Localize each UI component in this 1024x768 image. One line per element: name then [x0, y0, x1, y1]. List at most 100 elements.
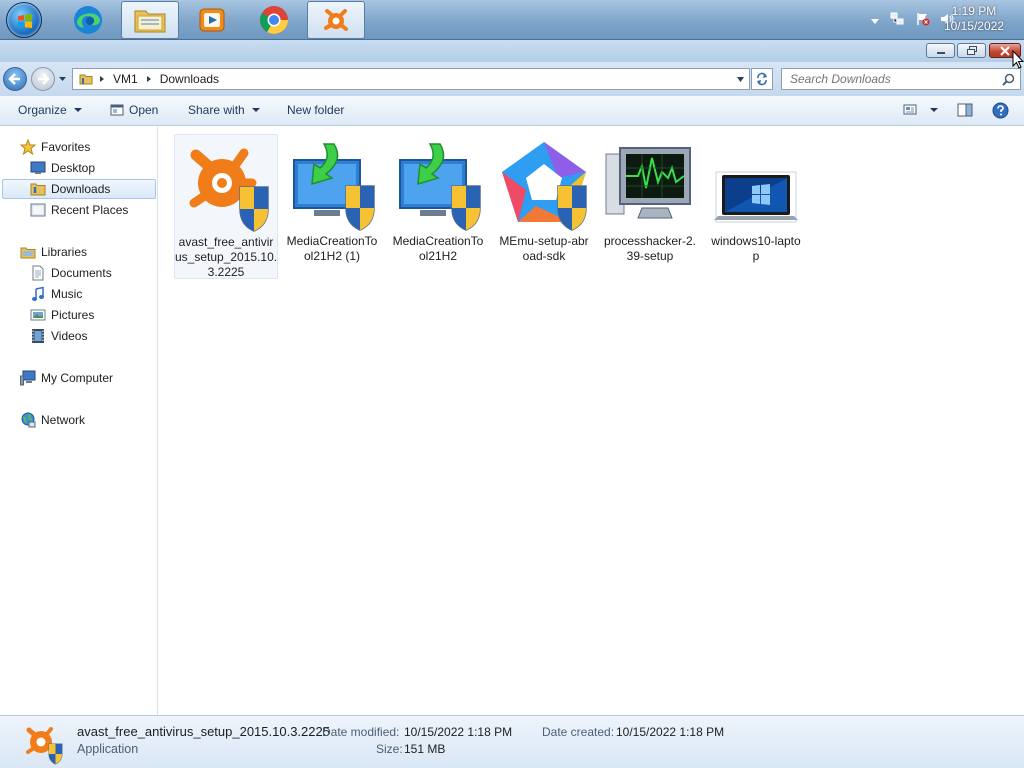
start-button[interactable] [6, 2, 42, 38]
back-arrow-icon [8, 73, 20, 85]
file-item-mediacreationtool-1[interactable]: MediaCreationTo ol21H2 (1) [280, 134, 384, 264]
file-label-line: avast_free_antivir [178, 235, 274, 249]
taskbar-avast-button[interactable] [307, 1, 365, 39]
back-button[interactable] [3, 67, 27, 91]
nav-favorites[interactable]: Favorites [20, 137, 90, 157]
file-label-line: ol21H2 (1) [303, 249, 361, 263]
file-label-line: processhacker-2. [603, 234, 697, 248]
taskbar: 1:19 PM 10/15/2022 [0, 0, 1024, 40]
details-date-modified: 10/15/2022 1:18 PM [404, 725, 513, 739]
address-box[interactable]: VM1 Downloads [72, 68, 750, 90]
nav-videos-label: Videos [51, 329, 88, 343]
taskbar-explorer-button[interactable] [121, 1, 179, 39]
file-label-line: oad-sdk [522, 249, 566, 263]
help-icon [992, 102, 1009, 119]
refresh-button[interactable] [751, 68, 773, 90]
nav-recent-places-label: Recent Places [51, 203, 129, 217]
chevron-down-icon [251, 108, 260, 112]
avast-installer-icon [26, 727, 63, 765]
mouse-cursor-icon [1012, 50, 1024, 69]
file-label-line: MediaCreationTo [286, 234, 378, 248]
star-icon [20, 139, 36, 155]
preview-pane-button[interactable] [957, 103, 973, 117]
help-button[interactable] [992, 102, 1009, 119]
nav-pictures[interactable]: Pictures [30, 305, 94, 325]
minimize-button[interactable] [926, 43, 955, 58]
windows10-laptop-thumbnail [714, 171, 798, 223]
process-hacker-icon [605, 147, 691, 219]
details-date-modified-label: Date modified: [322, 725, 400, 739]
file-item-avast-installer[interactable]: avast_free_antivir us_setup_2015.10. 3.2… [174, 134, 278, 279]
details-size-label: Size: [376, 742, 403, 756]
address-history-dropdown-icon[interactable] [736, 76, 745, 83]
nav-recent-places[interactable]: Recent Places [30, 200, 128, 220]
videos-icon [32, 329, 44, 343]
search-icon[interactable] [1002, 73, 1015, 86]
details-date-created-label: Date created: [542, 725, 615, 739]
taskbar-media-player-button[interactable] [183, 1, 241, 39]
folder-icon [134, 10, 166, 33]
nav-desktop[interactable]: Desktop [30, 158, 95, 178]
nav-my-computer[interactable]: My Computer [20, 368, 113, 388]
explorer-window: VM1 Downloads Organize Open Share with N… [0, 40, 1024, 768]
forward-button[interactable] [31, 67, 55, 91]
taskbar-chrome-button[interactable] [245, 1, 303, 39]
chevron-down-icon [930, 107, 938, 112]
recent-pages-dropdown-icon[interactable] [58, 75, 67, 83]
organize-menu[interactable]: Organize [18, 103, 82, 117]
file-item-mediacreationtool[interactable]: MediaCreationTo ol21H2 [386, 134, 490, 264]
file-item-processhacker-setup[interactable]: processhacker-2. 39-setup [598, 134, 702, 264]
network-icon[interactable] [890, 12, 904, 26]
restore-icon [966, 45, 977, 55]
open-button[interactable]: Open [110, 103, 158, 117]
file-label-line: us_setup_2015.10. [175, 250, 278, 264]
clock-time: 1:19 PM [951, 4, 997, 18]
breadcrumb-vm1[interactable]: VM1 [113, 72, 138, 86]
file-label-line: p [752, 249, 760, 263]
file-item-memu-setup[interactable]: MEmu-setup-abr oad-sdk [492, 134, 596, 264]
forward-arrow-icon [38, 73, 50, 85]
nav-videos[interactable]: Videos [30, 326, 87, 346]
share-with-label: Share with [188, 103, 245, 117]
chrome-icon [260, 6, 288, 34]
avast-installer-icon [189, 148, 269, 232]
nav-network-label: Network [41, 413, 86, 427]
new-folder-button[interactable]: New folder [287, 103, 344, 117]
view-options-icon [903, 104, 917, 115]
nav-music-label: Music [51, 287, 83, 301]
nav-music[interactable]: Music [30, 284, 82, 304]
desktop-icon [30, 161, 46, 174]
pictures-icon [30, 309, 46, 321]
share-with-menu[interactable]: Share with [188, 103, 260, 117]
details-type: Application [77, 742, 139, 756]
file-label-line: 39-setup [626, 249, 674, 263]
network-globe-icon [21, 412, 36, 428]
recent-places-icon [30, 203, 46, 217]
clock[interactable]: 1:19 PM 10/15/2022 [944, 4, 1004, 34]
nav-libraries[interactable]: Libraries [20, 242, 87, 262]
avast-icon [324, 9, 348, 31]
title-bar[interactable] [0, 40, 1024, 62]
nav-documents[interactable]: Documents [30, 263, 112, 283]
search-box[interactable] [781, 68, 1021, 90]
media-player-icon [199, 8, 225, 32]
breadcrumb-chevron-icon[interactable] [99, 75, 105, 83]
breadcrumb-downloads[interactable]: Downloads [160, 72, 219, 86]
nav-downloads[interactable]: Downloads [2, 179, 156, 199]
search-input[interactable] [782, 69, 996, 89]
show-hidden-icons-icon[interactable] [868, 14, 882, 28]
preview-pane-icon [957, 103, 973, 117]
change-view-button[interactable] [903, 103, 938, 116]
file-item-windows10-laptop[interactable]: windows10-lapto p [704, 134, 808, 264]
taskbar-edge-button[interactable] [59, 1, 117, 39]
action-center-warning-icon[interactable] [916, 12, 930, 26]
nav-network[interactable]: Network [20, 410, 85, 430]
breadcrumb-chevron-icon[interactable] [146, 75, 152, 83]
restore-button[interactable] [957, 43, 986, 58]
libraries-icon [20, 247, 36, 259]
navigation-pane: Favorites Desktop Downloads Recent Place… [0, 127, 158, 715]
nav-favorites-label: Favorites [41, 140, 91, 154]
nav-my-computer-label: My Computer [41, 371, 114, 385]
clock-date: 10/15/2022 [943, 19, 1004, 33]
memu-installer-icon [502, 142, 587, 231]
